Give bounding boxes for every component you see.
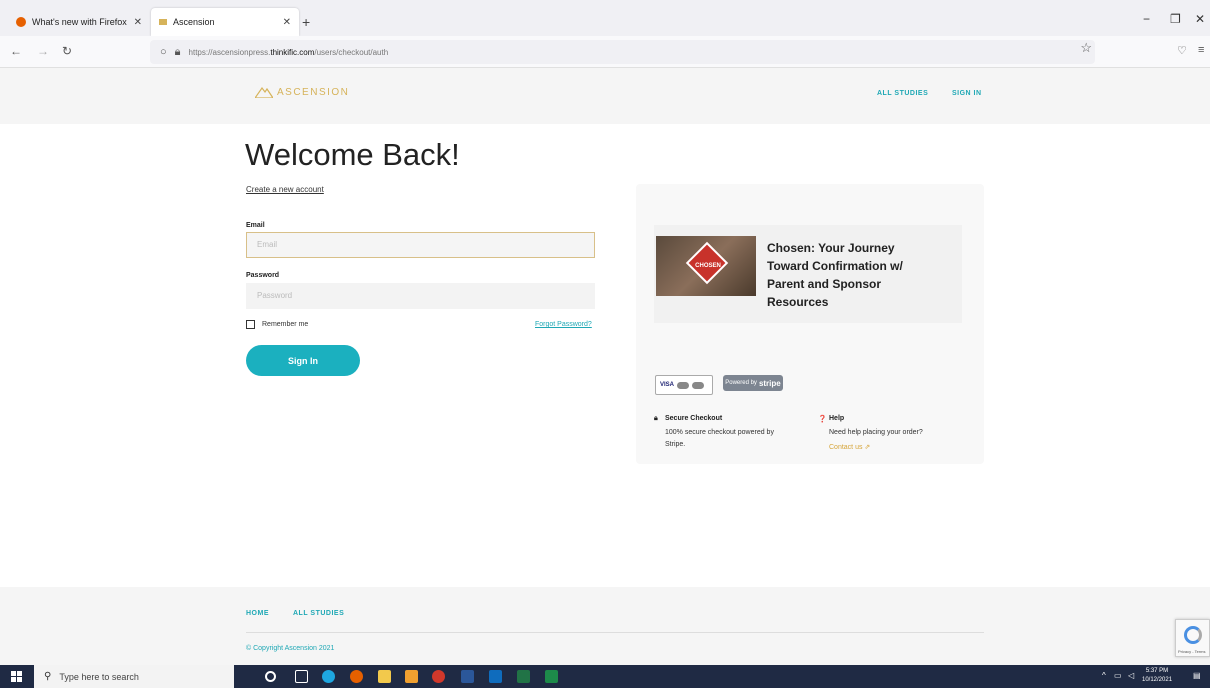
task-view-icon[interactable] — [295, 670, 308, 683]
product-title: Chosen: Your Journey Toward Confirmation… — [767, 241, 903, 309]
amex-icon — [692, 381, 705, 389]
tab-label: What's new with Firefox — [32, 17, 127, 27]
tab-label: Ascension — [173, 17, 215, 27]
copyright-text: © Copyright Ascension 2021 — [246, 645, 335, 652]
clock-time: 5:37 PM — [1145, 668, 1169, 674]
network-icon[interactable]: ▭ — [1114, 671, 1122, 680]
external-link-icon: ⇗ — [864, 444, 871, 451]
excel-icon[interactable] — [545, 670, 558, 683]
search-icon: ⚲ — [44, 671, 52, 682]
taskbar-search[interactable]: ⚲ Type here to search — [34, 665, 234, 688]
powered-by-stripe-badge: Powered by stripe — [723, 375, 783, 391]
project-icon[interactable] — [517, 670, 530, 683]
recaptcha-text: Privacy - Terms — [1178, 649, 1206, 654]
stripe-prefix: Powered by — [725, 380, 757, 386]
remember-me-checkbox[interactable] — [246, 320, 255, 329]
contact-us-label: Contact us — [829, 444, 863, 451]
contact-us-link[interactable]: Contact us ⇗ — [829, 443, 870, 451]
app-red-icon[interactable] — [432, 670, 445, 683]
tray-chevron-icon[interactable]: ^ — [1102, 671, 1106, 680]
browser-nav-bar: ← → ↻ ○ 🔒︎ https://ascensionpress. thinki… — [0, 36, 1210, 68]
footer-all-studies-link[interactable]: ALL STUDIES — [293, 610, 344, 617]
secure-checkout-text: 100% secure checkout powered by Stripe. — [665, 429, 774, 448]
help-title: Help — [829, 415, 845, 422]
edge-icon[interactable] — [322, 670, 335, 683]
word-icon[interactable] — [461, 670, 474, 683]
forgot-password-link[interactable]: Forgot Password? — [535, 321, 592, 328]
search-placeholder: Type here to search — [59, 671, 139, 682]
clock-date: 10/12/2021 — [1142, 677, 1173, 683]
minimize-button[interactable]: − — [1143, 12, 1150, 26]
pocket-icon[interactable]: ♡ — [1177, 44, 1187, 57]
url-prefix: https://ascensionpress. — [188, 47, 271, 57]
email-label: Email — [246, 222, 265, 229]
visa-text: VISA — [660, 382, 675, 388]
create-account-link[interactable]: Create a new account — [246, 185, 324, 194]
site-header: ASCENSION ALL STUDIES SIGN IN — [0, 68, 1210, 124]
app-icon[interactable] — [405, 670, 418, 683]
cortana-icon[interactable] — [265, 671, 276, 682]
password-label: Password — [246, 272, 280, 279]
page-title: Welcome Back! — [245, 137, 460, 172]
help-icon: ❓ — [818, 416, 827, 423]
firefox-icon — [16, 17, 26, 27]
notifications-icon[interactable]: ▤ — [1193, 671, 1201, 680]
url-domain: thinkific.com — [270, 47, 315, 57]
remember-me-label[interactable]: Remember me — [262, 321, 308, 328]
email-field[interactable]: Email — [246, 232, 595, 258]
recaptcha-badge[interactable]: Privacy - Terms — [1175, 619, 1210, 657]
tab-firefox-whats-new[interactable]: What's new with Firefox ✕ — [8, 8, 150, 36]
bookmark-star-icon[interactable]: ☆ — [1080, 40, 1092, 56]
url-path: /users/checkout/auth — [314, 47, 389, 57]
restore-button[interactable]: ❐ — [1170, 12, 1181, 26]
site-footer: HOME ALL STUDIES © Copyright Ascension 2… — [0, 587, 1210, 665]
product-thumbnail: CHOSEN — [656, 236, 756, 296]
footer-divider — [246, 632, 984, 633]
nav-all-studies[interactable]: ALL STUDIES — [877, 90, 928, 97]
ascension-logo[interactable]: ASCENSION — [255, 86, 349, 98]
close-tab-icon[interactable]: ✕ — [134, 17, 142, 28]
forward-arrow-icon[interactable]: → — [37, 44, 49, 58]
thumbnail-text: CHOSEN — [695, 263, 721, 269]
firefox-taskbar-icon[interactable] — [350, 670, 363, 683]
footer-home-link[interactable]: HOME — [246, 610, 269, 617]
mountain-logo-icon — [255, 86, 273, 98]
windows-start-icon[interactable] — [11, 671, 22, 682]
browser-tab-bar: What's new with Firefox ✕ Ascension ✕ + … — [0, 0, 1210, 36]
tab-ascension[interactable]: Ascension ✕ — [151, 8, 299, 36]
outlook-icon[interactable] — [489, 670, 502, 683]
recaptcha-icon — [1184, 626, 1202, 644]
back-arrow-icon[interactable]: ← — [10, 44, 22, 58]
ascension-favicon-icon — [159, 19, 167, 25]
tracking-shield-icon[interactable]: ○ — [160, 46, 167, 58]
accepted-cards-badge: VISA — [655, 375, 713, 395]
taskbar-clock[interactable]: 5:37 PM 10/12/2021 — [1142, 667, 1172, 685]
windows-taskbar: ⚲ Type here to search ^ ▭ ◁ 5:37 PM 10/1… — [0, 665, 1210, 688]
close-window-button[interactable]: ✕ — [1195, 12, 1205, 26]
nav-sign-in[interactable]: SIGN IN — [952, 90, 982, 97]
new-tab-button[interactable]: + — [302, 14, 310, 30]
lock-icon[interactable]: 🔒︎ — [175, 46, 181, 59]
address-bar[interactable]: ○ 🔒︎ https://ascensionpress. thinkific.co… — [150, 40, 1095, 64]
volume-icon[interactable]: ◁ — [1128, 671, 1134, 680]
reload-icon[interactable]: ↻ — [62, 44, 72, 58]
password-field[interactable]: Password — [246, 283, 595, 309]
help-text: Need help placing your order? — [829, 429, 923, 436]
file-explorer-icon[interactable] — [378, 670, 391, 683]
secure-checkout-title: Secure Checkout — [665, 415, 723, 422]
lock-icon: 🔒︎ — [654, 415, 658, 422]
logo-text: ASCENSION — [277, 86, 350, 98]
sign-in-button[interactable]: Sign In — [246, 345, 360, 376]
stripe-brand: stripe — [758, 378, 781, 388]
menu-icon[interactable]: ≡ — [1198, 44, 1204, 56]
close-tab-icon[interactable]: ✕ — [283, 17, 291, 28]
mastercard-icon — [677, 381, 690, 389]
